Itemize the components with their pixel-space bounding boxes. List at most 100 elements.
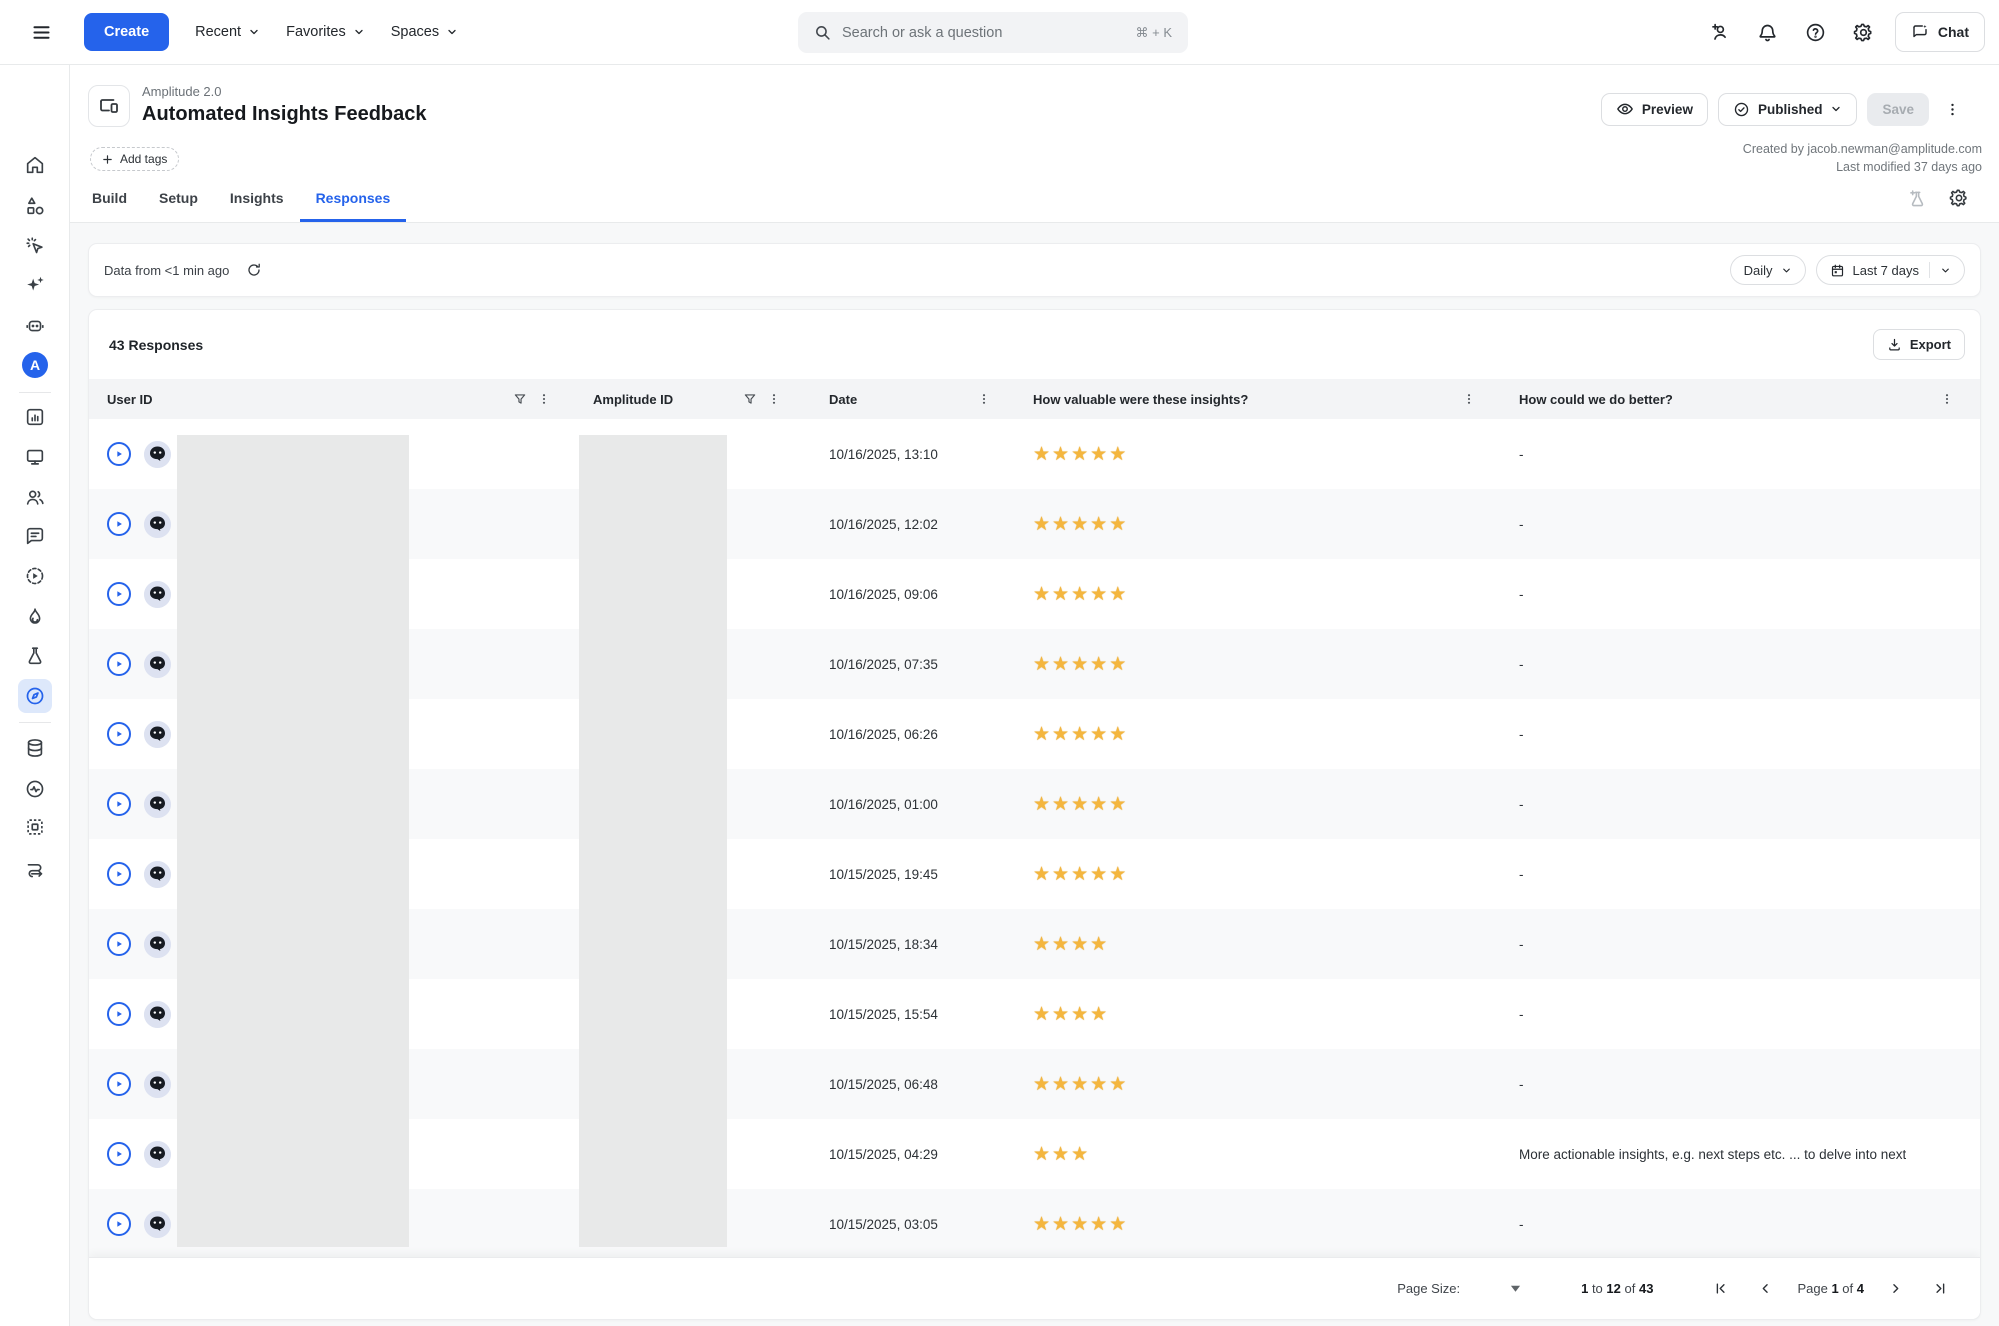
play-response-button[interactable] <box>107 722 131 746</box>
play-response-button[interactable] <box>107 932 131 956</box>
compass-icon <box>24 685 46 707</box>
star-icon: ★ <box>1071 1005 1088 1024</box>
star-icon: ★ <box>1052 1145 1069 1164</box>
sidebar-item-agents[interactable] <box>18 309 52 343</box>
column-menu-icon[interactable] <box>767 392 781 406</box>
chat-button[interactable]: Chat <box>1895 12 1985 52</box>
star-icon: ★ <box>1033 725 1050 744</box>
eye-icon <box>1616 100 1634 118</box>
star-icon: ★ <box>1071 655 1088 674</box>
tab-build[interactable]: Build <box>76 178 143 222</box>
cursor-click-icon <box>24 235 46 257</box>
sparkles-icon <box>24 274 46 296</box>
favorites-menu[interactable]: Favorites <box>286 24 365 40</box>
chat-button-label: Chat <box>1938 24 1969 40</box>
sidebar-item-data[interactable] <box>18 731 52 765</box>
page-title: Automated Insights Feedback <box>142 103 427 126</box>
notifications-button[interactable] <box>1751 15 1785 49</box>
preview-label: Preview <box>1642 102 1693 117</box>
sidebar-item-home[interactable] <box>18 148 52 182</box>
column-menu-icon[interactable] <box>537 392 551 406</box>
last-modified-text: Last modified 37 days ago <box>1743 158 1982 176</box>
chat-icon <box>1911 23 1929 41</box>
play-response-button[interactable] <box>107 1002 131 1026</box>
previous-page-button[interactable] <box>1752 1275 1779 1302</box>
date-range-dropdown[interactable]: Last 7 days <box>1816 255 1966 285</box>
play-response-button[interactable] <box>107 512 131 536</box>
star-icon: ★ <box>1090 445 1107 464</box>
favorites-menu-label: Favorites <box>286 24 346 40</box>
refresh-button[interactable] <box>242 258 266 282</box>
sidebar-item-activity[interactable] <box>18 772 52 806</box>
filter-icon[interactable] <box>513 392 527 406</box>
rating-stars: ★★★★★ <box>1033 515 1126 534</box>
table-settings-button[interactable] <box>1945 184 1973 212</box>
feedback-text: - <box>1519 587 1524 602</box>
play-response-button[interactable] <box>107 442 131 466</box>
experiment-toggle-button[interactable] <box>1903 184 1931 212</box>
save-button[interactable]: Save <box>1867 93 1929 126</box>
help-button[interactable] <box>1799 15 1833 49</box>
user-avatar <box>144 931 171 958</box>
sidebar-item-session-replay[interactable] <box>18 559 52 593</box>
survey-type-badge <box>88 85 130 127</box>
sidebar-item-amplitude-agent[interactable]: A <box>18 348 52 382</box>
column-menu-icon[interactable] <box>1462 392 1476 406</box>
first-page-button[interactable] <box>1707 1275 1734 1302</box>
granularity-dropdown[interactable]: Daily <box>1730 255 1806 285</box>
column-menu-icon[interactable] <box>1940 392 1954 406</box>
play-response-button[interactable] <box>107 792 131 816</box>
star-icon: ★ <box>1052 585 1069 604</box>
sidebar-item-experiments[interactable] <box>18 639 52 673</box>
tab-insights[interactable]: Insights <box>214 178 300 222</box>
play-response-button[interactable] <box>107 1142 131 1166</box>
sidebar-item-dashboards[interactable] <box>18 400 52 434</box>
invite-user-button[interactable] <box>1703 15 1737 49</box>
filter-icon[interactable] <box>743 392 757 406</box>
preview-button[interactable]: Preview <box>1601 93 1708 126</box>
rating-stars: ★★★★★ <box>1033 655 1126 674</box>
sidebar-item-sandbox[interactable] <box>18 810 52 844</box>
published-status-button[interactable]: Published <box>1718 93 1858 126</box>
search-shortcut: ⌘ + K <box>1136 25 1173 41</box>
sidebar-item-feedback[interactable] <box>18 519 52 553</box>
sidebar-item-integrations[interactable] <box>18 851 52 885</box>
first-page-icon <box>1713 1281 1728 1296</box>
sidebar-item-displays[interactable] <box>18 440 52 474</box>
sidebar-item-engagement[interactable] <box>18 600 52 634</box>
refresh-icon <box>246 262 262 278</box>
play-response-button[interactable] <box>107 652 131 676</box>
rating-stars: ★★★★★ <box>1033 725 1126 744</box>
more-options-button[interactable] <box>1939 92 1965 126</box>
next-page-button[interactable] <box>1882 1275 1909 1302</box>
sidebar-item-users[interactable] <box>18 480 52 514</box>
sidebar-item-actions[interactable] <box>18 229 52 263</box>
tab-setup[interactable]: Setup <box>143 178 214 222</box>
create-button[interactable]: Create <box>84 13 169 51</box>
search-input[interactable]: Search or ask a question ⌘ + K <box>798 12 1188 53</box>
export-button[interactable]: Export <box>1873 329 1965 360</box>
play-icon <box>114 869 124 879</box>
table-body: 10/16/2025, 13:10 ★★★★★ - 10/16/2025, 12… <box>89 419 1980 1259</box>
recent-menu[interactable]: Recent <box>195 24 260 40</box>
star-icon: ★ <box>1052 725 1069 744</box>
user-avatar <box>144 1071 171 1098</box>
play-response-button[interactable] <box>107 1072 131 1096</box>
spaces-menu[interactable]: Spaces <box>391 24 458 40</box>
last-page-icon <box>1933 1281 1948 1296</box>
last-page-button[interactable] <box>1927 1275 1954 1302</box>
hamburger-menu-button[interactable] <box>24 15 58 49</box>
tab-responses[interactable]: Responses <box>300 178 407 222</box>
sidebar-item-objects[interactable] <box>18 189 52 223</box>
page-size-dropdown[interactable] <box>1504 1278 1527 1299</box>
play-response-button[interactable] <box>107 862 131 886</box>
sidebar-item-guides-surveys[interactable] <box>18 679 52 713</box>
settings-button[interactable] <box>1847 15 1881 49</box>
play-response-button[interactable] <box>107 1212 131 1236</box>
star-icon: ★ <box>1109 445 1126 464</box>
play-response-button[interactable] <box>107 582 131 606</box>
sidebar-item-ai[interactable] <box>18 268 52 302</box>
column-menu-icon[interactable] <box>977 392 991 406</box>
check-circle-icon <box>1733 101 1750 118</box>
add-tags-button[interactable]: Add tags <box>90 147 179 171</box>
